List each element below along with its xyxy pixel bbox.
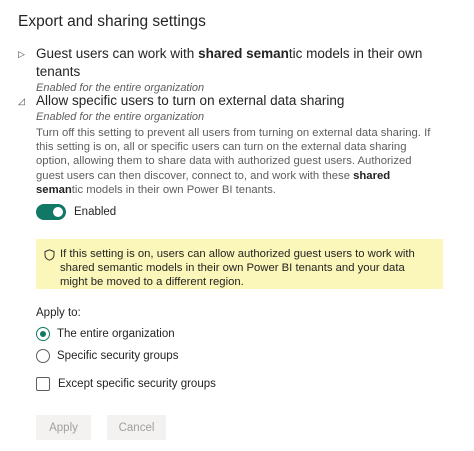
radio-label: Specific security groups (57, 350, 179, 362)
except-label: Except specific security groups (58, 378, 216, 390)
setting-title: Guest users can work with shared semanti… (36, 45, 464, 81)
except-security-groups-option[interactable]: Except specific security groups (36, 377, 216, 391)
setting-title: Allow specific users to turn on external… (36, 93, 345, 108)
setting-title-bold: shared seman (198, 46, 289, 61)
caret-right-icon[interactable]: ▷ (18, 45, 36, 63)
apply-button[interactable]: Apply (36, 415, 91, 440)
toggle-knob (53, 207, 63, 217)
page-title: Export and sharing settings (18, 13, 206, 30)
toggle-label: Enabled (74, 206, 117, 218)
radio-button-selected[interactable] (36, 327, 50, 341)
setting-guest-users: ▷ Guest users can work with shared seman… (18, 45, 464, 94)
shield-icon (44, 248, 58, 289)
cancel-button[interactable]: Cancel (107, 415, 166, 440)
setting-external-sharing: ◿ Allow specific users to turn on extern… (18, 92, 464, 123)
radio-specific-security-groups[interactable]: Specific security groups (36, 349, 178, 363)
except-checkbox[interactable] (36, 377, 50, 391)
enabled-toggle[interactable] (36, 204, 66, 220)
radio-button[interactable] (36, 349, 50, 363)
enabled-toggle-row: Enabled (36, 204, 116, 220)
apply-to-label: Apply to: (36, 307, 81, 319)
warning-banner: If this setting is on, users can allow a… (36, 239, 443, 289)
setting-header-guest-users[interactable]: ▷ Guest users can work with shared seman… (18, 45, 464, 81)
setting-title-pre: Guest users can work with (36, 46, 199, 61)
description-post: tic models in their own Power BI tenants… (71, 183, 276, 196)
setting-subtitle: Enabled for the entire organization (36, 111, 205, 123)
setting-description: Turn off this setting to prevent all use… (36, 126, 431, 197)
setting-header-external-sharing[interactable]: ◿ Allow specific users to turn on extern… (18, 92, 464, 110)
radio-entire-organization[interactable]: The entire organization (36, 327, 175, 341)
caret-down-icon[interactable]: ◿ (18, 92, 36, 110)
radio-label: The entire organization (57, 328, 175, 340)
warning-text: If this setting is on, users can allow a… (60, 248, 415, 289)
